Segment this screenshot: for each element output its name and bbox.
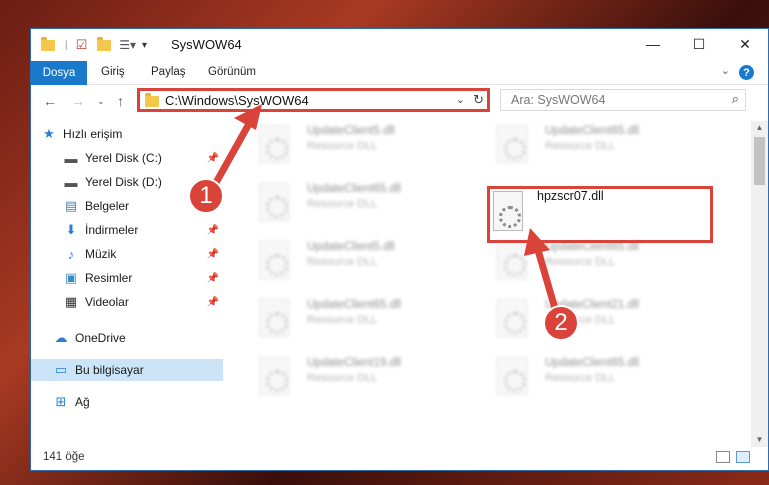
file-item[interactable]: UpdateClient65.dll Resource DLL — [487, 237, 697, 283]
up-icon[interactable]: ↑ — [117, 93, 124, 109]
address-bar[interactable]: C:\Windows\SysWOW64 ⌄ ↻ — [137, 88, 490, 112]
expand-ribbon-icon[interactable]: ⌄ — [721, 64, 730, 77]
document-icon: ▤ — [64, 198, 78, 213]
pin-icon[interactable]: 📌 — [207, 249, 219, 260]
address-path[interactable]: C:\Windows\SysWOW64 — [165, 93, 309, 108]
pin-icon[interactable]: 📌 — [207, 225, 219, 236]
properties-icon[interactable]: ☑ — [76, 37, 88, 53]
computer-icon: ▭ — [54, 362, 68, 377]
help-icon[interactable]: ? — [739, 65, 754, 80]
file-item[interactable]: UpdateClient21.dll Resource DLL — [487, 295, 697, 341]
maximize-button[interactable]: ☐ — [676, 29, 722, 59]
dll-file-icon — [259, 125, 289, 163]
dll-file-icon — [259, 183, 289, 221]
sidebar-item-music[interactable]: ♪ Müzik 📌 — [31, 243, 223, 265]
scroll-up-icon[interactable]: ▲ — [751, 121, 768, 135]
sidebar-item-local-disk-c[interactable]: ▬ Yerel Disk (C:) 📌 — [31, 147, 223, 169]
music-icon: ♪ — [67, 246, 75, 262]
step-2-badge: 2 — [543, 305, 579, 341]
vertical-scrollbar[interactable]: ▲ ▼ — [751, 121, 768, 447]
dll-file-icon — [259, 357, 289, 395]
customize-toolbar-icon[interactable]: ☰▾ — [119, 38, 136, 52]
sidebar-item-downloads[interactable]: ⬇ İndirmeler 📌 — [31, 219, 223, 241]
cloud-icon: ☁ — [54, 330, 68, 345]
file-item[interactable]: UpdateClient65.dll Resource DLL — [249, 179, 459, 225]
large-icons-view-icon[interactable] — [736, 451, 750, 463]
pin-icon[interactable]: 📌 — [207, 273, 219, 284]
file-item[interactable]: UpdateClient65.dll Resource DLL — [487, 121, 697, 167]
details-view-icon[interactable] — [716, 451, 730, 463]
search-icon[interactable]: ⌕ — [732, 91, 739, 107]
forward-icon[interactable]: → — [71, 93, 85, 109]
scroll-down-icon[interactable]: ▼ — [751, 433, 768, 447]
toolbar-dropdown-icon[interactable]: ▾ — [142, 40, 147, 51]
tab-file[interactable]: Dosya — [31, 61, 87, 85]
item-count: 141 öğe — [43, 451, 85, 463]
scroll-thumb[interactable] — [754, 137, 765, 185]
sidebar-item-this-pc[interactable]: ▭ Bu bilgisayar — [31, 359, 223, 381]
minimize-button[interactable]: — — [630, 29, 676, 59]
drive-icon: ▬ — [64, 150, 78, 166]
sidebar-item-quick-access[interactable]: ★ Hızlı erişim — [41, 123, 233, 145]
window-title: SysWOW64 — [171, 37, 242, 52]
folder-icon — [41, 36, 55, 51]
explorer-window: | ☑ ☰▾ ▾ SysWOW64 — ☐ ✕ Dosya Giriş Payl… — [30, 28, 769, 471]
address-dropdown-icon[interactable]: ⌄ — [456, 93, 465, 106]
pin-icon[interactable]: 📌 — [207, 153, 219, 164]
video-icon: ▦ — [64, 294, 78, 309]
dll-file-icon — [259, 299, 289, 337]
pin-icon[interactable]: 📌 — [207, 297, 219, 308]
file-item[interactable]: UpdateClient19.dll Resource DLL — [249, 353, 459, 399]
search-input[interactable]: Ara: SysWOW64 — [511, 93, 605, 107]
dll-file-icon — [497, 357, 527, 395]
tab-home[interactable]: Giriş — [101, 66, 125, 78]
quick-access-toolbar: | ☑ ☰▾ ▾ — [41, 36, 147, 54]
tab-view[interactable]: Görünüm — [208, 66, 256, 78]
file-item[interactable]: UpdateClient65.dll Resource DLL — [249, 295, 459, 341]
star-icon: ★ — [43, 126, 55, 141]
step-1-badge: 1 — [188, 178, 224, 214]
file-list: UpdateClient5.dll Resource DLL UpdateCli… — [239, 121, 739, 441]
file-item[interactable]: UpdateClient5.dll Resource DLL — [249, 121, 459, 167]
dll-file-icon — [259, 241, 289, 279]
recent-locations-icon[interactable]: ⌄ — [97, 96, 105, 107]
dll-file-icon — [497, 299, 527, 337]
title-bar: | ☑ ☰▾ ▾ SysWOW64 — ☐ ✕ — [31, 29, 768, 61]
sidebar-item-videos[interactable]: ▦ Videolar 📌 — [31, 291, 223, 313]
ribbon-tabs: Dosya Giriş Paylaş Görünüm ⌄ ? — [31, 61, 768, 85]
file-item[interactable]: UpdateClient5.dll Resource DLL — [249, 237, 459, 283]
close-button[interactable]: ✕ — [722, 29, 768, 59]
refresh-icon[interactable]: ↻ — [473, 92, 484, 108]
dll-file-icon — [497, 241, 527, 279]
target-file-name[interactable]: hpzscr07.dll — [537, 189, 604, 203]
status-bar: 141 öğe — [31, 446, 768, 470]
file-item[interactable]: UpdateClient65.dll Resource DLL — [487, 353, 697, 399]
back-icon[interactable]: ← — [43, 93, 57, 109]
address-folder-icon — [145, 93, 159, 107]
navigation-pane: ★ Hızlı erişim ▬ Yerel Disk (C:) 📌 ▬ Yer… — [31, 121, 227, 441]
sidebar-item-network[interactable]: ⊞ Ağ — [31, 391, 223, 413]
dll-file-icon[interactable] — [493, 191, 523, 231]
drive-icon: ▬ — [64, 174, 78, 190]
tab-share[interactable]: Paylaş — [151, 66, 186, 78]
sidebar-item-pictures[interactable]: ▣ Resimler 📌 — [31, 267, 223, 289]
dll-file-icon — [497, 125, 527, 163]
sidebar-item-onedrive[interactable]: ☁ OneDrive — [31, 327, 223, 349]
download-icon: ⬇ — [65, 222, 77, 237]
search-box[interactable]: Ara: SysWOW64 ⌕ — [500, 89, 746, 111]
network-icon: ⊞ — [55, 394, 67, 409]
pictures-icon: ▣ — [64, 270, 78, 285]
new-folder-icon[interactable] — [97, 36, 112, 51]
